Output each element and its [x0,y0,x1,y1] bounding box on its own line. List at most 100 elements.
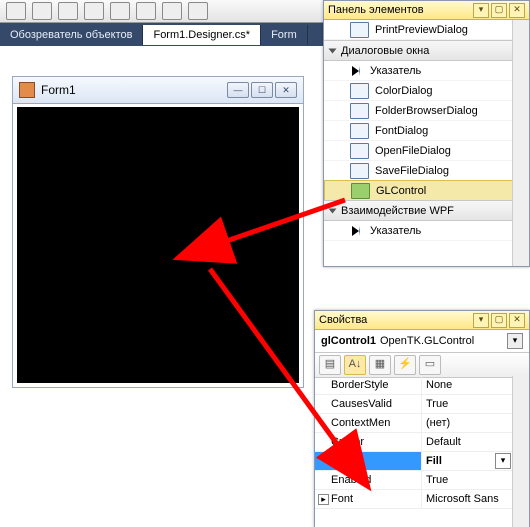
pin-icon[interactable]: ▢ [491,313,507,328]
toolbox-item-label: ColorDialog [375,85,432,97]
property-pages-button[interactable]: ▭ [419,355,441,375]
property-grid: BorderStyleNone CausesValidTrue ContextM… [315,376,513,527]
chevron-down-icon [329,48,337,53]
tab-form[interactable]: Form [261,25,308,45]
property-name: CausesValid [315,395,422,413]
property-name: Cursor [315,433,422,451]
property-value[interactable]: True [422,395,513,413]
toolbar-button[interactable] [110,2,130,20]
properties-toolbar: ▤ A↓ ▦ ⚡ ▭ [315,353,529,378]
property-value[interactable]: None [422,376,513,394]
close-icon[interactable]: ✕ [509,313,525,328]
toolbox-group-label: Взаимодействие WPF [341,205,454,217]
properties-panel: Свойства ▾ ▢ ✕ glControl1 OpenTK.GLContr… [314,310,530,527]
toolbox-item-label: Указатель [370,225,421,237]
property-name: Dock [315,452,422,470]
toolbox-item-label: OpenFileDialog [375,145,451,157]
property-row-cursor[interactable]: CursorDefault [315,433,513,452]
form1-window[interactable]: Form1 — ☐ ✕ [12,76,304,388]
dialog-icon [350,22,369,38]
properties-object-type: OpenTK.GLControl [380,335,474,347]
toolbox-item-colordialog[interactable]: ColorDialog [324,81,529,101]
tab-object-browser[interactable]: Обозреватель объектов [0,25,143,45]
gear-icon [351,183,370,199]
property-row-causesvalidation[interactable]: CausesValidTrue [315,395,513,414]
toolbox-item-label: Указатель [370,65,421,77]
pointer-icon [352,226,360,236]
toolbox-item-savefiledialog[interactable]: SaveFileDialog [324,161,529,181]
app-icon [19,82,35,98]
toolbox-header[interactable]: Панель элементов ▾ ▢ ✕ [324,1,529,20]
properties-button[interactable]: ▦ [369,355,391,375]
toolbox-item-label: FolderBrowserDialog [375,105,478,117]
chevron-down-icon [329,208,337,213]
toolbox-item-openfiledialog[interactable]: OpenFileDialog [324,141,529,161]
categorized-button[interactable]: ▤ [319,355,341,375]
property-row-dock[interactable]: Dock Fill ▾ [315,452,513,471]
dropdown-icon[interactable]: ▾ [473,313,489,328]
toolbox-item-label: PrintPreviewDialog [375,24,468,36]
chevron-down-icon[interactable]: ▾ [495,453,511,469]
glcontrol-surface[interactable] [17,107,299,383]
property-row-borderstyle[interactable]: BorderStyleNone [315,376,513,395]
property-name: Font [315,490,422,508]
properties-title: Свойства [319,314,471,326]
toolbox-group-wpf[interactable]: Взаимодействие WPF [324,200,529,221]
toolbar-button[interactable] [84,2,104,20]
property-row-contextmenu[interactable]: ContextMen(нет) [315,414,513,433]
toolbox-item-glcontrol[interactable]: GLControl [324,180,529,201]
property-value[interactable]: Default [422,433,513,451]
toolbox-body: PrintPreviewDialog Диалоговые окна Указа… [324,20,529,266]
toolbox-item-fontdialog[interactable]: FontDialog [324,121,529,141]
close-icon[interactable]: ✕ [509,3,525,18]
expand-icon[interactable]: ▸ [318,494,329,505]
form1-titlebar: Form1 — ☐ ✕ [13,77,303,104]
dropdown-icon[interactable]: ▾ [473,3,489,18]
dialog-icon [350,103,369,119]
toolbox-title: Панель элементов [328,4,471,16]
scrollbar[interactable] [512,376,529,527]
properties-header[interactable]: Свойства ▾ ▢ ✕ [315,311,529,330]
property-name: BorderStyle [315,376,422,394]
toolbox-item-folderbrowserdialog[interactable]: FolderBrowserDialog [324,101,529,121]
toolbar-button[interactable] [6,2,26,20]
dialog-icon [350,163,369,179]
toolbox-group-label: Диалоговые окна [341,45,429,57]
dialog-icon [350,123,369,139]
toolbar-button[interactable] [58,2,78,20]
property-value[interactable]: True [422,471,513,489]
properties-object-name: glControl1 [321,335,376,347]
pin-icon[interactable]: ▢ [491,3,507,18]
minimize-button[interactable]: — [227,82,249,98]
property-row-font[interactable]: ▸FontMicrosoft Sans [315,490,513,509]
property-value-text: Fill [426,455,442,467]
toolbox-item-printpreviewdialog[interactable]: PrintPreviewDialog [324,20,529,40]
property-value[interactable]: (нет) [422,414,513,432]
property-value[interactable]: Microsoft Sans [422,490,513,508]
close-button[interactable]: ✕ [275,82,297,98]
toolbar-button[interactable] [136,2,156,20]
scrollbar[interactable] [512,20,529,266]
toolbox-panel: Панель элементов ▾ ▢ ✕ PrintPreviewDialo… [323,0,530,267]
pointer-icon [352,66,360,76]
properties-object-selector[interactable]: glControl1 OpenTK.GLControl ▾ [315,330,529,353]
form1-caption: Form1 [41,83,227,97]
property-value[interactable]: Fill [422,452,495,470]
tab-form1-designer[interactable]: Form1.Designer.cs* [143,25,261,45]
dialog-icon [350,143,369,159]
toolbar-button[interactable] [32,2,52,20]
toolbar-button[interactable] [188,2,208,20]
toolbox-item-label: GLControl [376,185,426,197]
property-name: Enabled [315,471,422,489]
alphabetical-button[interactable]: A↓ [344,355,366,375]
toolbox-group-dialogs[interactable]: Диалоговые окна [324,40,529,61]
toolbox-item-pointer[interactable]: Указатель [324,221,529,241]
toolbox-item-label: FontDialog [375,125,428,137]
property-name: ContextMen [315,414,422,432]
property-row-enabled[interactable]: EnabledTrue [315,471,513,490]
events-button[interactable]: ⚡ [394,355,416,375]
toolbar-button[interactable] [162,2,182,20]
toolbox-item-pointer[interactable]: Указатель [324,61,529,81]
maximize-button[interactable]: ☐ [251,82,273,98]
chevron-down-icon[interactable]: ▾ [507,333,523,349]
